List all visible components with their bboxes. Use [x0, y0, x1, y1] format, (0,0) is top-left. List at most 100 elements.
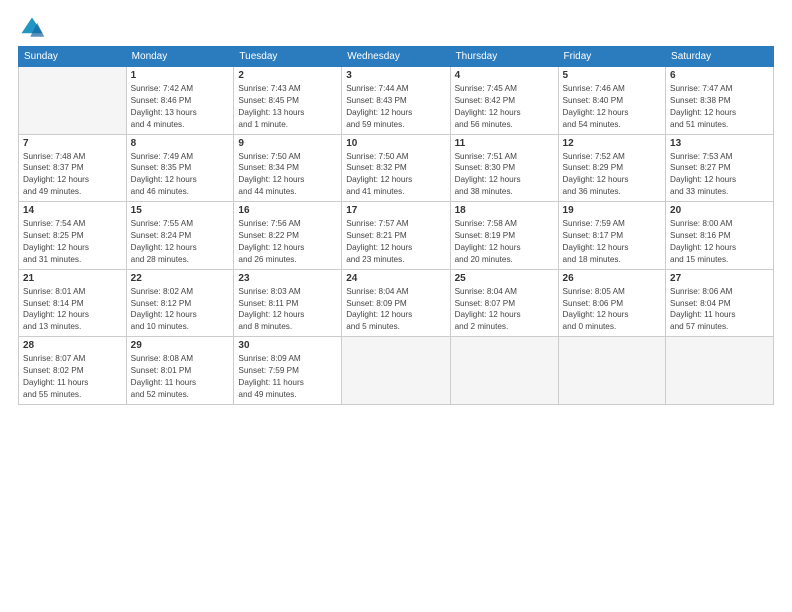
calendar-cell: 16 Sunrise: 7:56 AM Sunset: 8:22 PM Dayli…: [234, 202, 342, 270]
day-info: Sunrise: 8:07 AM Sunset: 8:02 PM Dayligh…: [23, 353, 122, 401]
day-info: Sunrise: 7:54 AM Sunset: 8:25 PM Dayligh…: [23, 218, 122, 266]
day-number: 26: [563, 273, 662, 284]
day-info: Sunrise: 7:46 AM Sunset: 8:40 PM Dayligh…: [563, 83, 662, 131]
day-number: 14: [23, 205, 122, 216]
weekday-header-saturday: Saturday: [666, 47, 774, 67]
day-info: Sunrise: 8:09 AM Sunset: 7:59 PM Dayligh…: [238, 353, 337, 401]
day-number: 18: [455, 205, 554, 216]
day-info: Sunrise: 8:04 AM Sunset: 8:09 PM Dayligh…: [346, 286, 445, 334]
calendar-cell: 8 Sunrise: 7:49 AM Sunset: 8:35 PM Daylig…: [126, 134, 234, 202]
calendar-cell: 21 Sunrise: 8:01 AM Sunset: 8:14 PM Dayli…: [19, 269, 127, 337]
calendar-cell: 25Sunrise: 8:04 AM Sunset: 8:07 PM Dayli…: [450, 269, 558, 337]
day-info: Sunrise: 7:48 AM Sunset: 8:37 PM Dayligh…: [23, 151, 122, 199]
calendar-cell: [342, 337, 450, 405]
header: [18, 14, 774, 42]
day-info: Sunrise: 7:50 AM Sunset: 8:32 PM Dayligh…: [346, 151, 445, 199]
calendar-cell: 9 Sunrise: 7:50 AM Sunset: 8:34 PM Daylig…: [234, 134, 342, 202]
calendar-cell: 1 Sunrise: 7:42 AM Sunset: 8:46 PM Daylig…: [126, 67, 234, 135]
calendar-cell: 3 Sunrise: 7:44 AM Sunset: 8:43 PM Daylig…: [342, 67, 450, 135]
day-info: Sunrise: 7:45 AM Sunset: 8:42 PM Dayligh…: [455, 83, 554, 131]
day-number: 30: [238, 340, 337, 351]
logo: [18, 14, 50, 42]
calendar-cell: 24 Sunrise: 8:04 AM Sunset: 8:09 PM Dayli…: [342, 269, 450, 337]
weekday-header-thursday: Thursday: [450, 47, 558, 67]
day-number: 13: [670, 138, 769, 149]
calendar-cell: [450, 337, 558, 405]
day-info: Sunrise: 7:59 AM Sunset: 8:17 PM Dayligh…: [563, 218, 662, 266]
day-info: Sunrise: 7:58 AM Sunset: 8:19 PM Dayligh…: [455, 218, 554, 266]
day-number: 9: [238, 138, 337, 149]
calendar-cell: 28 Sunrise: 8:07 AM Sunset: 8:02 PM Dayli…: [19, 337, 127, 405]
day-number: 21: [23, 273, 122, 284]
calendar-cell: 27 Sunrise: 8:06 AM Sunset: 8:04 PM Dayli…: [666, 269, 774, 337]
calendar-cell: 11 Sunrise: 7:51 AM Sunset: 8:30 PM Dayli…: [450, 134, 558, 202]
calendar-cell: 17 Sunrise: 7:57 AM Sunset: 8:21 PM Dayli…: [342, 202, 450, 270]
day-number: 4: [455, 70, 554, 81]
calendar-cell: 20 Sunrise: 8:00 AM Sunset: 8:16 PM Dayli…: [666, 202, 774, 270]
calendar-cell: 2Sunrise: 7:43 AM Sunset: 8:45 PM Daylig…: [234, 67, 342, 135]
calendar-table: SundayMondayTuesdayWednesdayThursdayFrid…: [18, 46, 774, 405]
calendar-week-2: 7 Sunrise: 7:48 AM Sunset: 8:37 PM Daylig…: [19, 134, 774, 202]
day-number: 28: [23, 340, 122, 351]
day-number: 7: [23, 138, 122, 149]
day-info: Sunrise: 7:49 AM Sunset: 8:35 PM Dayligh…: [131, 151, 230, 199]
day-info: Sunrise: 7:55 AM Sunset: 8:24 PM Dayligh…: [131, 218, 230, 266]
calendar-cell: 18 Sunrise: 7:58 AM Sunset: 8:19 PM Dayli…: [450, 202, 558, 270]
day-number: 22: [131, 273, 230, 284]
day-info: Sunrise: 8:06 AM Sunset: 8:04 PM Dayligh…: [670, 286, 769, 334]
day-info: Sunrise: 8:03 AM Sunset: 8:11 PM Dayligh…: [238, 286, 337, 334]
day-number: 10: [346, 138, 445, 149]
day-number: 29: [131, 340, 230, 351]
calendar-cell: 6 Sunrise: 7:47 AM Sunset: 8:38 PM Daylig…: [666, 67, 774, 135]
weekday-header-wednesday: Wednesday: [342, 47, 450, 67]
day-info: Sunrise: 7:47 AM Sunset: 8:38 PM Dayligh…: [670, 83, 769, 131]
day-number: 20: [670, 205, 769, 216]
calendar-cell: 10 Sunrise: 7:50 AM Sunset: 8:32 PM Dayli…: [342, 134, 450, 202]
day-number: 19: [563, 205, 662, 216]
calendar-cell: 26 Sunrise: 8:05 AM Sunset: 8:06 PM Dayli…: [558, 269, 666, 337]
day-info: Sunrise: 8:08 AM Sunset: 8:01 PM Dayligh…: [131, 353, 230, 401]
calendar-cell: [558, 337, 666, 405]
day-number: 5: [563, 70, 662, 81]
calendar-cell: 12 Sunrise: 7:52 AM Sunset: 8:29 PM Dayli…: [558, 134, 666, 202]
day-info: Sunrise: 8:05 AM Sunset: 8:06 PM Dayligh…: [563, 286, 662, 334]
day-number: 1: [131, 70, 230, 81]
calendar-cell: [19, 67, 127, 135]
day-info: Sunrise: 7:51 AM Sunset: 8:30 PM Dayligh…: [455, 151, 554, 199]
day-number: 8: [131, 138, 230, 149]
day-number: 12: [563, 138, 662, 149]
day-info: Sunrise: 8:04 AM Sunset: 8:07 PM Dayligh…: [455, 286, 554, 334]
day-number: 17: [346, 205, 445, 216]
calendar-week-4: 21 Sunrise: 8:01 AM Sunset: 8:14 PM Dayli…: [19, 269, 774, 337]
calendar-header-row: SundayMondayTuesdayWednesdayThursdayFrid…: [19, 47, 774, 67]
day-info: Sunrise: 8:01 AM Sunset: 8:14 PM Dayligh…: [23, 286, 122, 334]
day-number: 16: [238, 205, 337, 216]
day-info: Sunrise: 8:02 AM Sunset: 8:12 PM Dayligh…: [131, 286, 230, 334]
day-number: 24: [346, 273, 445, 284]
day-number: 15: [131, 205, 230, 216]
page: SundayMondayTuesdayWednesdayThursdayFrid…: [0, 0, 792, 612]
day-number: 27: [670, 273, 769, 284]
day-number: 3: [346, 70, 445, 81]
calendar-week-3: 14 Sunrise: 7:54 AM Sunset: 8:25 PM Dayli…: [19, 202, 774, 270]
day-info: Sunrise: 8:00 AM Sunset: 8:16 PM Dayligh…: [670, 218, 769, 266]
calendar-cell: 22 Sunrise: 8:02 AM Sunset: 8:12 PM Dayli…: [126, 269, 234, 337]
weekday-header-monday: Monday: [126, 47, 234, 67]
day-info: Sunrise: 7:42 AM Sunset: 8:46 PM Dayligh…: [131, 83, 230, 131]
day-info: Sunrise: 7:52 AM Sunset: 8:29 PM Dayligh…: [563, 151, 662, 199]
weekday-header-sunday: Sunday: [19, 47, 127, 67]
day-number: 2: [238, 70, 337, 81]
calendar-cell: [666, 337, 774, 405]
day-info: Sunrise: 7:56 AM Sunset: 8:22 PM Dayligh…: [238, 218, 337, 266]
calendar-cell: 13Sunrise: 7:53 AM Sunset: 8:27 PM Dayli…: [666, 134, 774, 202]
calendar-cell: 29 Sunrise: 8:08 AM Sunset: 8:01 PM Dayli…: [126, 337, 234, 405]
calendar-cell: 5 Sunrise: 7:46 AM Sunset: 8:40 PM Daylig…: [558, 67, 666, 135]
weekday-header-friday: Friday: [558, 47, 666, 67]
calendar-cell: 15 Sunrise: 7:55 AM Sunset: 8:24 PM Dayli…: [126, 202, 234, 270]
day-info: Sunrise: 7:50 AM Sunset: 8:34 PM Dayligh…: [238, 151, 337, 199]
day-info: Sunrise: 7:57 AM Sunset: 8:21 PM Dayligh…: [346, 218, 445, 266]
day-info: Sunrise: 7:44 AM Sunset: 8:43 PM Dayligh…: [346, 83, 445, 131]
day-number: 6: [670, 70, 769, 81]
calendar-cell: 30 Sunrise: 8:09 AM Sunset: 7:59 PM Dayli…: [234, 337, 342, 405]
day-number: 11: [455, 138, 554, 149]
